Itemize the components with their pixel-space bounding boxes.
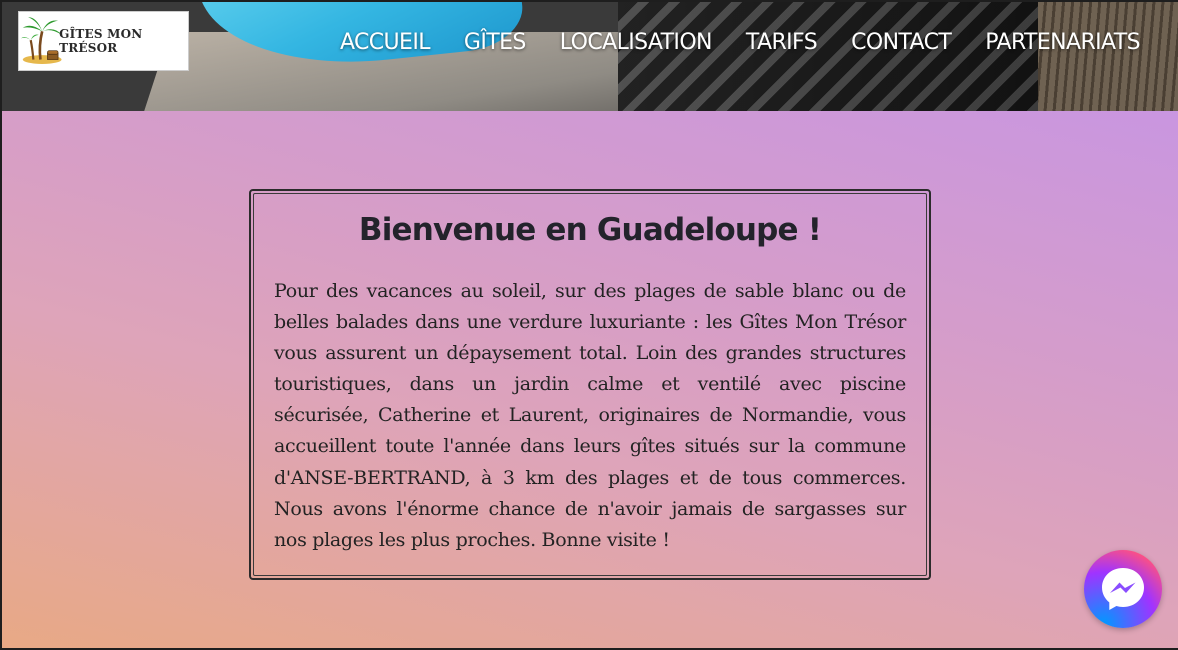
banner-wood — [1038, 2, 1178, 111]
main-nav: ACCUEIL GÎTES LOCALISATION TARIFS CONTAC… — [340, 30, 1141, 55]
nav-item-localisation[interactable]: LOCALISATION — [560, 30, 713, 55]
main-section: Bienvenue en Guadeloupe ! Pour des vacan… — [2, 111, 1178, 648]
nav-item-accueil[interactable]: ACCUEIL — [340, 30, 431, 55]
messenger-icon — [1102, 568, 1144, 610]
site-logo[interactable]: GÎTES MON TRÉSOR — [18, 11, 189, 71]
welcome-title: Bienvenue en Guadeloupe ! — [358, 212, 822, 248]
nav-item-gites[interactable]: GÎTES — [464, 30, 526, 55]
nav-item-tarifs[interactable]: TARIFS — [746, 30, 818, 55]
header-banner: GÎTES MON TRÉSOR ACCUEIL GÎTES LOCALISAT… — [2, 2, 1178, 111]
welcome-text: Pour des vacances au soleil, sur des pla… — [274, 280, 906, 551]
welcome-card: Bienvenue en Guadeloupe ! Pour des vacan… — [249, 189, 931, 580]
nav-item-partenariats[interactable]: PARTENARIATS — [985, 30, 1140, 55]
page: GÎTES MON TRÉSOR ACCUEIL GÎTES LOCALISAT… — [2, 2, 1178, 648]
welcome-card-inner: Bienvenue en Guadeloupe ! Pour des vacan… — [253, 193, 927, 576]
messenger-chat-button[interactable] — [1084, 550, 1162, 628]
nav-item-contact[interactable]: CONTACT — [851, 30, 952, 55]
logo-text: GÎTES MON TRÉSOR — [59, 27, 143, 55]
